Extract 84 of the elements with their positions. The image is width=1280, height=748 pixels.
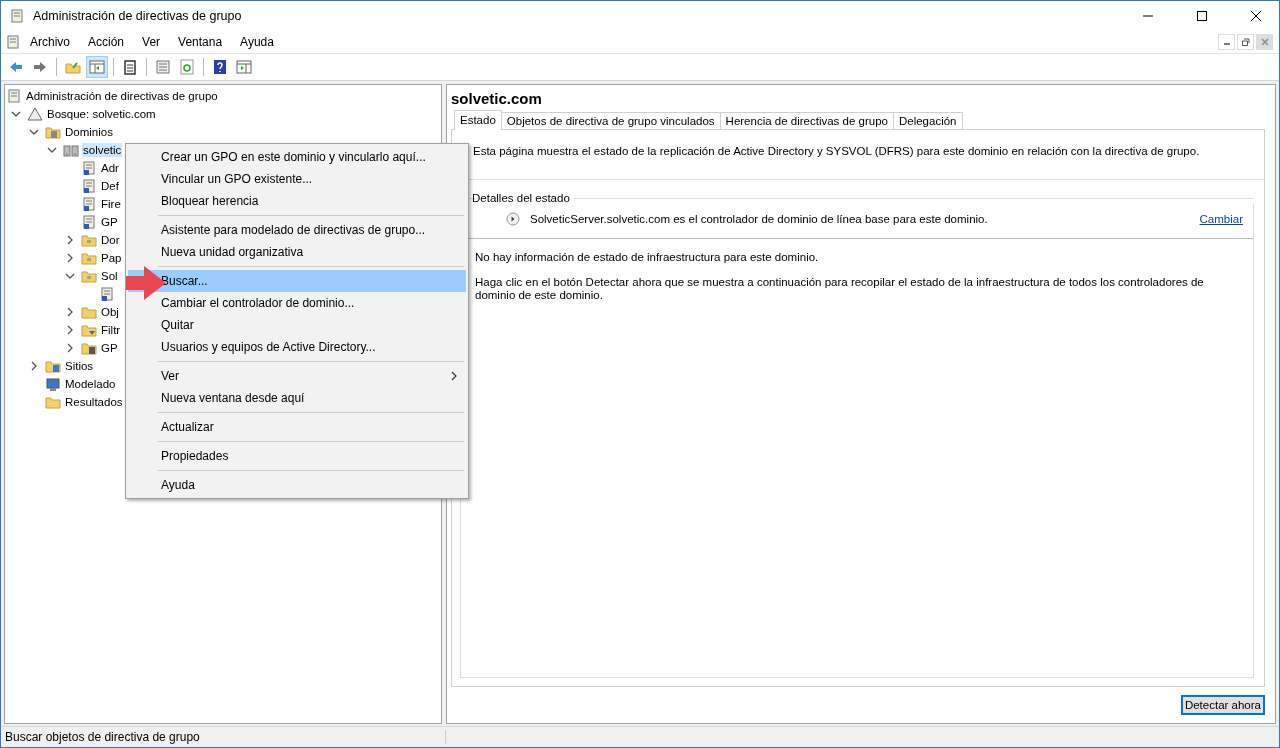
menu-item[interactable]: Crear un GPO en este dominio y vincularlo aquí...: [128, 146, 466, 168]
status-text: Buscar objetos de directiva de grupo: [1, 730, 446, 744]
document-icon: [6, 88, 22, 104]
restore-button[interactable]: [1237, 34, 1254, 50]
server-icon: [63, 142, 79, 158]
tree-item[interactable]: GP: [100, 341, 119, 355]
menu-item[interactable]: Asistente para modelado de directivas de grupo...: [128, 219, 466, 241]
document-icon: [81, 160, 97, 176]
refresh-icon: [179, 59, 195, 75]
list-icon: [155, 59, 171, 75]
tree-item[interactable]: Pap: [100, 251, 123, 265]
restore-icon: [1241, 38, 1250, 46]
folder-icon: [81, 340, 97, 356]
monitor-icon: [45, 376, 61, 392]
menu-item[interactable]: Nueva unidad organizativa: [128, 241, 466, 263]
document-icon: [81, 196, 97, 212]
tab[interactable]: Herencia de directivas de grupo: [719, 112, 894, 130]
folder-icon: [81, 250, 97, 266]
tree-item[interactable]: Dominios: [64, 125, 114, 139]
detect-button[interactable]: Detectar ahora: [1180, 695, 1265, 715]
tree-item[interactable]: Obj: [100, 305, 120, 319]
folder-icon: [45, 358, 61, 374]
folder-icon: [81, 268, 97, 284]
tab[interactable]: Delegación: [892, 112, 963, 130]
menu-item[interactable]: Bloquear herencia: [128, 190, 466, 212]
tree-item[interactable]: Fire: [100, 197, 122, 211]
tree-item[interactable]: Administración de directivas de grupo: [25, 89, 219, 103]
menu-item[interactable]: Ventana: [169, 35, 232, 49]
tree-item[interactable]: Dor: [100, 233, 121, 247]
triangle-icon: [27, 106, 43, 122]
clipboard-icon: [122, 59, 138, 75]
tree-item[interactable]: solvetic: [82, 143, 123, 157]
folder-icon: [81, 232, 97, 248]
tab[interactable]: Estado: [454, 110, 502, 130]
menu-item[interactable]: Usuarios y equipos de Active Directory...: [128, 336, 466, 358]
tree-item[interactable]: Adr: [100, 161, 120, 175]
menu-item[interactable]: Actualizar: [128, 416, 466, 438]
tree-item[interactable]: Modelado: [64, 377, 117, 391]
folder-icon: [45, 394, 61, 410]
info-text: No hay información de estado de infraestructura para este dominio.: [475, 251, 820, 264]
pane-icon: [89, 59, 105, 75]
menu-item[interactable]: Propiedades: [128, 445, 466, 467]
tree-item[interactable]: Sitios: [64, 359, 95, 373]
document-icon: [81, 214, 97, 230]
tree-item[interactable]: Sol: [100, 269, 119, 283]
tree-item[interactable]: Filtr: [100, 323, 122, 337]
folder-icon: [81, 304, 97, 320]
tree-item[interactable]: Def: [100, 179, 120, 193]
info-text: Haga clic en el botón Detectar ahora que se muestra a continuación para recopilar el estado de la infraestructura de todos los controladores de dominio de este dominio.: [475, 276, 1205, 302]
baseline-text: SolveticServer.solvetic.com es el controlador de dominio de línea base para este dominio.: [530, 213, 989, 225]
window-title: Administración de directivas de grupo: [33, 9, 243, 23]
minimize-button[interactable]: [1218, 34, 1235, 50]
group-title: Detalles del estado: [472, 192, 571, 204]
help-icon: [212, 59, 228, 75]
app-icon: [9, 8, 25, 24]
close-icon: [1260, 38, 1269, 46]
close-icon: [1251, 11, 1261, 21]
forward-arrow-icon: [32, 59, 48, 75]
tree-item[interactable]: GP: [100, 215, 119, 229]
play-circle-icon: [506, 212, 520, 226]
tree-item[interactable]: Resultados: [64, 395, 124, 409]
back-arrow-icon: [8, 59, 24, 75]
tree-item[interactable]: Bosque: solvetic.com: [46, 107, 157, 121]
menu-item[interactable]: Vincular un GPO existente...: [128, 168, 466, 190]
menu-item[interactable]: Ver: [128, 365, 466, 387]
menu-item[interactable]: Ayuda: [128, 474, 466, 496]
menu-item[interactable]: Quitar: [128, 314, 466, 336]
menu-item[interactable]: Archivo: [21, 35, 79, 49]
folder-icon: [45, 124, 61, 140]
menu-item[interactable]: Nueva ventana desde aquí: [128, 387, 466, 409]
pane-icon: [236, 59, 252, 75]
description-text: Esta página muestra el estado de la replicación de Active Directory y SYSVOL (DFRS) para este dominio en relación con la directiva de grupo.: [473, 145, 1200, 157]
menu-item[interactable]: Ayuda: [231, 35, 283, 49]
menu-item[interactable]: Buscar...: [128, 270, 466, 292]
tab[interactable]: Objetos de directiva de grupo vinculados: [500, 112, 721, 130]
menu-item[interactable]: Cambiar el controlador de dominio...: [128, 292, 466, 314]
maximize-icon: [1197, 11, 1207, 21]
document-icon: [99, 286, 115, 302]
change-link[interactable]: Cambiar: [1199, 213, 1243, 225]
details-title: solvetic.com: [451, 89, 543, 109]
document-icon: [81, 178, 97, 194]
folder-icon: [81, 322, 97, 338]
menu-item[interactable]: Ver: [133, 35, 170, 49]
menu-item[interactable]: Acción: [79, 35, 134, 49]
